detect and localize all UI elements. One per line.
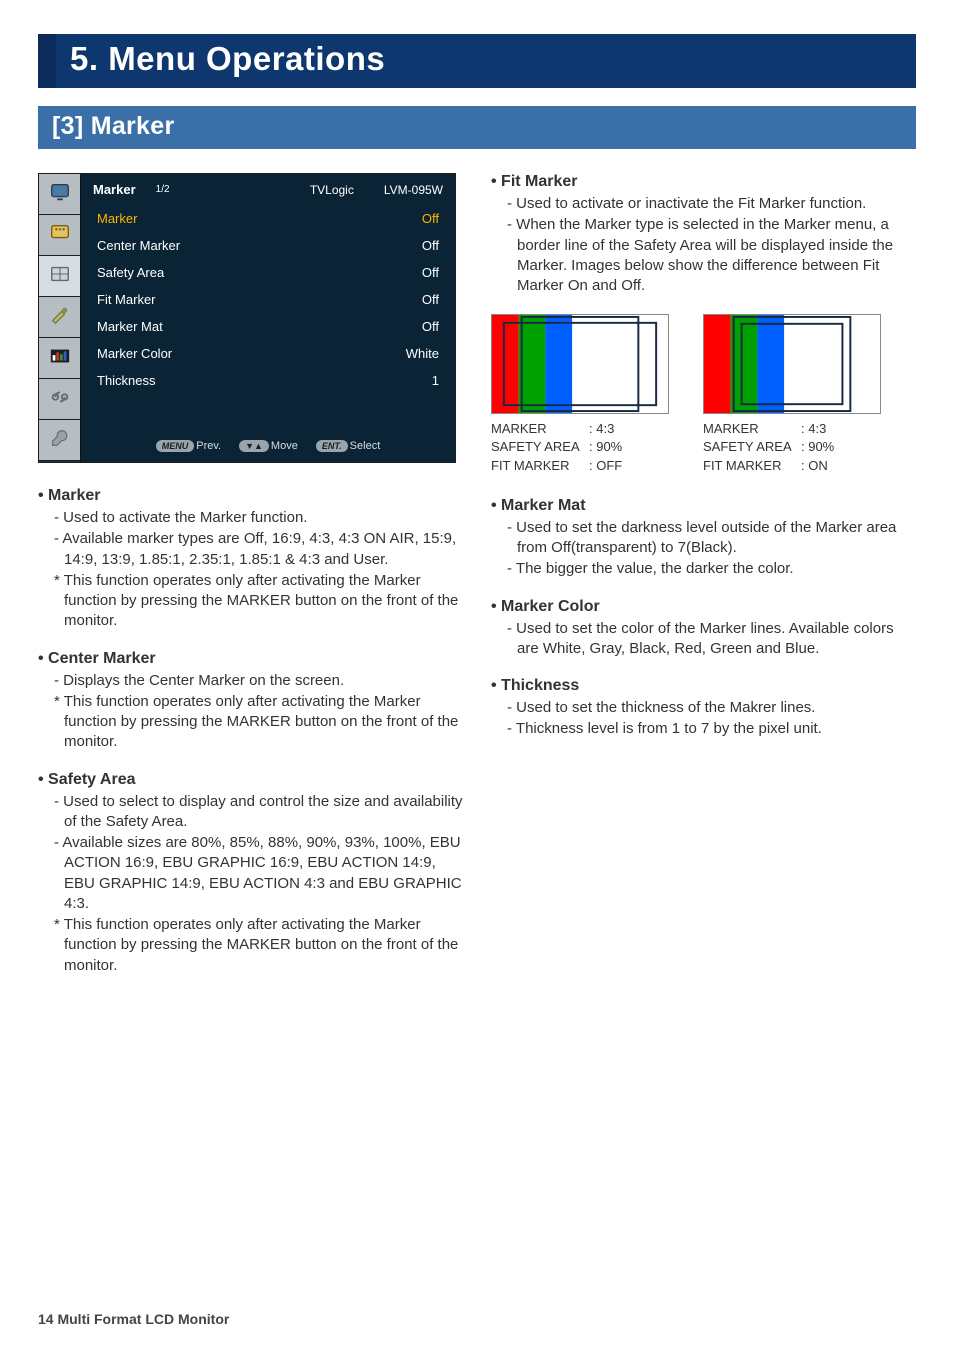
item-bullets: Used to set the thickness of the Makrer … — [491, 698, 916, 740]
osd-row-value: Off — [422, 319, 439, 334]
move-label: Move — [271, 440, 298, 452]
fit-marker-diagrams: MARKER: 4:3 SAFETY AREA: 90% FIT MARKER:… — [491, 314, 916, 475]
osd-row[interactable]: Fit Marker Off — [93, 286, 443, 313]
doc-item: Marker Mat Used to set the darkness level… — [491, 497, 916, 580]
fit-marker-on-diagram — [703, 314, 881, 414]
bullet-line: Used to set the color of the Marker line… — [507, 619, 916, 660]
bullet-line: Available sizes are 80%, 85%, 88%, 90%, … — [54, 833, 463, 914]
diagram-caption-on: MARKER: 4:3 SAFETY AREA: 90% FIT MARKER:… — [703, 420, 881, 475]
osd-row-label: Thickness — [97, 373, 156, 388]
item-bullets: Used to set the darkness level outside o… — [491, 518, 916, 580]
diagram-caption-off: MARKER: 4:3 SAFETY AREA: 90% FIT MARKER:… — [491, 420, 669, 475]
osd-tab-system[interactable] — [39, 420, 80, 461]
bullet-line: Used to select to display and control th… — [54, 792, 463, 833]
osd-row-label: Fit Marker — [97, 292, 156, 307]
osd-panel: Marker 1/2 TVLogic LVM-095W MarkerOffCen… — [38, 173, 456, 463]
bullet-line: When the Marker type is selected in the … — [507, 215, 916, 296]
osd-tab-color[interactable] — [39, 215, 80, 256]
bullet-line: Available marker types are Off, 16:9, 4:… — [54, 529, 463, 570]
osd-row[interactable]: Marker Mat Off — [93, 313, 443, 340]
chapter-title: 5. Menu Operations — [38, 34, 916, 88]
osd-tab-waveform[interactable] — [39, 338, 80, 379]
item-bullets: Used to activate or inactivate the Fit M… — [491, 194, 916, 296]
doc-item: Fit Marker Used to activate or inactivate… — [491, 173, 916, 296]
item-bullets: Displays the Center Marker on the screen… — [38, 671, 463, 753]
item-bullets: Used to set the color of the Marker line… — [491, 619, 916, 660]
enter-button-hint: ENT. — [316, 440, 348, 452]
monitor-icon — [49, 181, 71, 208]
item-title: Marker Color — [491, 598, 916, 616]
osd-row-label: Marker Mat — [97, 319, 163, 334]
bullet-line: Displays the Center Marker on the screen… — [54, 671, 463, 691]
item-title: Fit Marker — [491, 173, 916, 191]
link-icon — [49, 386, 71, 413]
osd-title: Marker — [93, 182, 136, 197]
bullet-line: This function operates only after activa… — [54, 915, 463, 976]
osd-tab-audio[interactable] — [39, 379, 80, 420]
doc-item: Marker Color Used to set the color of the… — [491, 598, 916, 660]
waveform-icon — [49, 345, 71, 372]
osd-row-value: 1 — [432, 373, 439, 388]
bullet-line: Used to activate the Marker function. — [54, 508, 463, 528]
doc-item: Center Marker Displays the Center Marker … — [38, 650, 463, 753]
osd-tab-gpi[interactable] — [39, 297, 80, 338]
osd-row-value: Off — [422, 265, 439, 280]
osd-footer: MENUPrev. ▼▲Move ENT.Select — [81, 432, 455, 462]
osd-tab-picture[interactable] — [39, 174, 80, 215]
move-button-hint: ▼▲ — [239, 440, 269, 452]
marker-icon — [49, 263, 71, 290]
menu-button-hint: MENU — [156, 440, 195, 452]
osd-row-label: Center Marker — [97, 238, 180, 253]
osd-model: LVM-095W — [384, 183, 443, 197]
osd-row[interactable]: Center Marker Off — [93, 232, 443, 259]
tools-icon — [49, 304, 71, 331]
bullet-line: Used to set the thickness of the Makrer … — [507, 698, 916, 718]
fit-marker-off-diagram — [491, 314, 669, 414]
item-title: Marker — [38, 487, 463, 505]
osd-row-label: Safety Area — [97, 265, 164, 280]
osd-page-indicator: 1/2 — [156, 184, 170, 195]
doc-item: Thickness Used to set the thickness of th… — [491, 677, 916, 740]
left-items: Marker Used to activate the Marker functi… — [38, 487, 463, 976]
osd-row-value: White — [406, 346, 439, 361]
osd-header: Marker 1/2 TVLogic LVM-095W — [81, 174, 455, 203]
osd-row-value: Off — [422, 238, 439, 253]
osd-row-label: Marker Color — [97, 346, 172, 361]
bullet-line: The bigger the value, the darker the col… — [507, 559, 916, 579]
osd-row-label: Marker — [97, 211, 137, 226]
bullet-line: Thickness level is from 1 to 7 by the pi… — [507, 719, 916, 739]
right-items-bottom: Marker Mat Used to set the darkness level… — [491, 497, 916, 740]
doc-item: Safety Area Used to select to display and… — [38, 771, 463, 976]
osd-brand: TVLogic — [310, 183, 354, 197]
item-title: Center Marker — [38, 650, 463, 668]
item-bullets: Used to select to display and control th… — [38, 792, 463, 976]
select-label: Select — [350, 440, 381, 452]
osd-row[interactable]: Marker Off — [93, 205, 443, 232]
osd-tab-strip — [39, 174, 81, 462]
osd-row-value: Off — [422, 211, 439, 226]
bullet-line: Used to activate or inactivate the Fit M… — [507, 194, 916, 214]
right-items-top: Fit Marker Used to activate or inactivate… — [491, 173, 916, 296]
doc-item: Marker Used to activate the Marker functi… — [38, 487, 463, 632]
bullet-line: This function operates only after activa… — [54, 692, 463, 753]
osd-tab-marker[interactable] — [39, 256, 80, 297]
item-title: Thickness — [491, 677, 916, 695]
item-title: Safety Area — [38, 771, 463, 789]
palette-icon — [49, 222, 71, 249]
item-bullets: Used to activate the Marker function.Ava… — [38, 508, 463, 632]
prev-label: Prev. — [196, 440, 221, 452]
osd-row[interactable]: Safety Area Off — [93, 259, 443, 286]
item-title: Marker Mat — [491, 497, 916, 515]
osd-rows: MarkerOffCenter MarkerOffSafety AreaOffF… — [81, 203, 455, 396]
bullet-line: This function operates only after activa… — [54, 571, 463, 632]
section-title: [3] Marker — [38, 106, 916, 149]
page-footer: 14 Multi Format LCD Monitor — [38, 1311, 229, 1327]
bullet-line: Used to set the darkness level outside o… — [507, 518, 916, 559]
osd-row[interactable]: Marker Color White — [93, 340, 443, 367]
osd-row-value: Off — [422, 292, 439, 307]
wrench-icon — [49, 427, 71, 454]
osd-row[interactable]: Thickness 1 — [93, 367, 443, 394]
